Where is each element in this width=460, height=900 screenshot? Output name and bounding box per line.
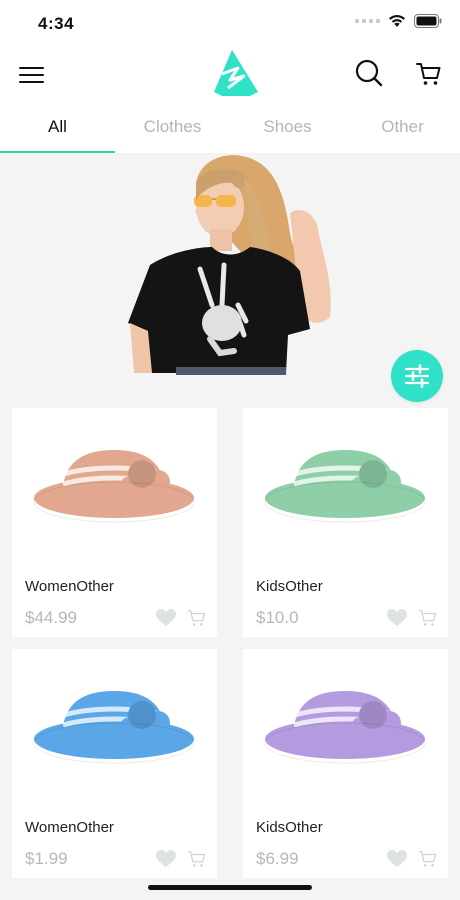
category-tabs: All Clothes Shoes Other [0, 104, 460, 153]
add-to-cart-icon[interactable] [418, 849, 438, 869]
product-name: WomenOther [25, 578, 114, 595]
cart-button[interactable] [414, 59, 444, 89]
tab-clothes[interactable]: Clothes [115, 104, 230, 153]
product-image-hat [33, 691, 195, 764]
favorite-heart-icon[interactable] [156, 609, 176, 627]
product-image-hat [264, 691, 426, 764]
favorite-heart-icon[interactable] [387, 850, 407, 868]
product-grid: WomenOther $44.99 KidsOther $10.0 WomenO… [12, 408, 448, 878]
search-button[interactable] [354, 58, 384, 88]
favorite-heart-icon[interactable] [387, 609, 407, 627]
product-card[interactable]: KidsOther $10.0 [243, 408, 448, 637]
wifi-icon [389, 15, 405, 27]
hero-banner-image [128, 155, 331, 375]
battery-icon [414, 14, 442, 28]
product-card[interactable]: WomenOther $1.99 [12, 649, 217, 878]
product-price: $6.99 [256, 849, 299, 868]
product-price: $1.99 [25, 849, 68, 868]
product-name: KidsOther [256, 578, 323, 595]
product-name: WomenOther [25, 819, 114, 836]
app-header [0, 48, 460, 104]
status-bar: 4:34 [0, 0, 460, 48]
product-card[interactable]: WomenOther $44.99 [12, 408, 217, 637]
signal-icon [355, 19, 380, 23]
product-image-hat [264, 450, 426, 523]
add-to-cart-icon[interactable] [187, 608, 207, 628]
tab-shoes[interactable]: Shoes [230, 104, 345, 153]
status-time: 4:34 [38, 14, 75, 33]
product-image-hat [33, 450, 195, 523]
add-to-cart-icon[interactable] [418, 608, 438, 628]
home-indicator [148, 885, 312, 890]
menu-button[interactable] [18, 62, 46, 90]
status-icons [355, 14, 442, 28]
add-to-cart-icon[interactable] [187, 849, 207, 869]
product-price: $10.0 [256, 608, 299, 627]
cart-icon [416, 63, 441, 85]
hamburger-menu-icon [19, 67, 44, 83]
brand-logo [214, 50, 258, 96]
tab-other[interactable]: Other [345, 104, 460, 153]
sliders-filter-icon [404, 364, 430, 388]
filter-button[interactable] [391, 350, 443, 402]
product-name: KidsOther [256, 819, 323, 836]
search-icon [355, 59, 383, 87]
favorite-heart-icon[interactable] [156, 850, 176, 868]
product-price: $44.99 [25, 608, 77, 627]
product-card[interactable]: KidsOther $6.99 [243, 649, 448, 878]
tab-all[interactable]: All [0, 104, 115, 153]
